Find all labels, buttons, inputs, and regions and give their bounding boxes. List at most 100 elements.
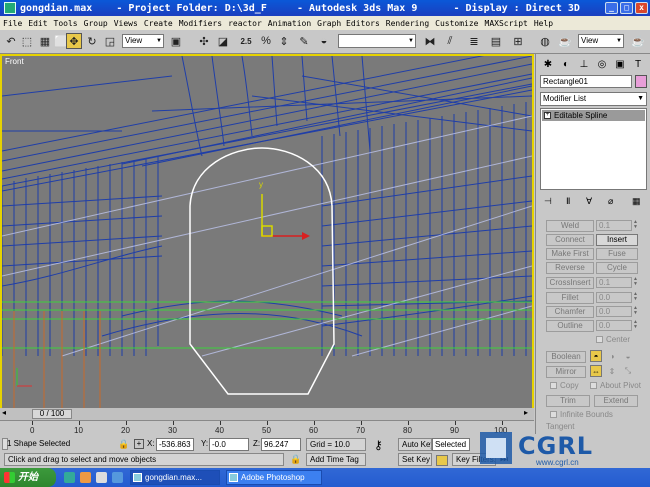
mirror-vertical-icon[interactable]: ⇕ — [606, 365, 618, 377]
menu-tools[interactable]: Tools — [54, 19, 78, 28]
render-type-dropdown[interactable]: View ▼ — [578, 34, 624, 48]
align-icon[interactable]: ⫽ — [442, 33, 458, 49]
union-icon[interactable]: ◓ — [590, 350, 602, 362]
crossinsert-button[interactable]: CrossInsert — [546, 277, 594, 289]
outline-field[interactable]: 0.0 — [596, 320, 632, 331]
weld-spinner-icon[interactable]: ▲ ▼ — [633, 220, 639, 231]
weld-button[interactable]: Weld — [546, 220, 594, 232]
show-end-result-icon[interactable]: Ⅱ — [566, 196, 570, 207]
expand-icon[interactable]: + — [544, 112, 551, 119]
minimize-button[interactable]: _ — [605, 2, 618, 14]
utilities-tab-icon[interactable]: T — [630, 57, 646, 71]
x-coordinate-field[interactable]: -536.863 — [156, 438, 194, 451]
quicklaunch-desktop-icon[interactable] — [96, 472, 107, 483]
outline-spinner-icon[interactable]: ▲ ▼ — [633, 320, 639, 331]
angle-snap-icon[interactable]: 2.5 — [238, 33, 254, 49]
menu-create[interactable]: Create — [144, 19, 173, 28]
outline-button[interactable]: Outline — [546, 320, 594, 332]
pin-stack-icon[interactable]: ⊣ — [544, 196, 552, 207]
scale-icon[interactable]: ◲ — [102, 33, 118, 49]
chamfer-spinner-icon[interactable]: ▲ ▼ — [633, 306, 639, 317]
y-coordinate-field[interactable]: -0.0 — [209, 438, 249, 451]
task-3dsmax[interactable]: gongdian.max... — [130, 470, 220, 485]
reverse-button[interactable]: Reverse — [546, 262, 594, 274]
named-selection-dropdown[interactable]: ▼ — [338, 34, 416, 48]
select-manipulate-icon[interactable]: ✣ — [196, 33, 212, 49]
menu-customize[interactable]: Customize — [435, 19, 478, 28]
undo-icon[interactable]: ↶ — [3, 33, 19, 49]
add-time-tag-button[interactable]: Add Time Tag — [306, 453, 366, 466]
schematic-view-icon[interactable]: ⊞ — [510, 33, 526, 49]
menu-graph-editors[interactable]: Graph Editors — [317, 19, 380, 28]
render-setup-icon[interactable]: ☕ — [557, 33, 573, 49]
menu-reactor[interactable]: reactor — [228, 19, 262, 28]
intersection-icon[interactable]: ◒ — [622, 350, 634, 362]
trim-button[interactable]: Trim — [546, 395, 590, 407]
configure-sets-icon[interactable]: ▦ — [632, 196, 641, 207]
fillet-field[interactable]: 0.0 — [596, 292, 632, 303]
weld-field[interactable]: 0.1 — [596, 220, 632, 231]
center-checkbox[interactable] — [596, 336, 603, 343]
menu-views[interactable]: Views — [114, 19, 138, 28]
remove-modifier-icon[interactable]: ⌀ — [608, 196, 613, 207]
quicklaunch-media-icon[interactable] — [80, 472, 91, 483]
material-editor-icon[interactable]: ◍ — [537, 33, 553, 49]
move-icon[interactable]: ✥ — [66, 33, 82, 49]
start-button[interactable]: 开始 — [0, 468, 56, 487]
display-tab-icon[interactable]: ▣ — [612, 57, 628, 71]
time-tag-lock-icon[interactable]: 🔒 — [290, 454, 301, 465]
chamfer-field[interactable]: 0.0 — [596, 306, 632, 317]
stack-item-editable-spline[interactable]: + Editable Spline — [542, 110, 645, 121]
crossinsert-spinner-icon[interactable]: ▲ ▼ — [633, 277, 639, 288]
prev-frame-icon[interactable]: ◂ — [2, 408, 6, 417]
pivot-icon[interactable]: ▣ — [168, 33, 184, 49]
extend-button[interactable]: Extend — [594, 395, 638, 407]
quick-render-icon[interactable]: ☕ — [630, 33, 646, 49]
snap-3d-icon[interactable]: ◪ — [215, 33, 231, 49]
motion-tab-icon[interactable]: ◎ — [594, 57, 610, 71]
absolute-mode-icon[interactable]: + — [134, 439, 144, 449]
menu-modifiers[interactable]: Modifiers — [179, 19, 222, 28]
edit-named-selection-icon[interactable]: ✎ — [296, 33, 312, 49]
lock-icon[interactable]: 🔒 — [118, 439, 129, 450]
time-slider-track[interactable]: ◂ 0 / 100 ▸ — [0, 408, 534, 420]
mirror-both-icon[interactable]: ⤡ — [622, 365, 634, 377]
quicklaunch-explorer-icon[interactable] — [112, 472, 123, 483]
auto-key-button[interactable]: Auto Key — [398, 438, 432, 451]
create-tab-icon[interactable]: ✱ — [540, 57, 556, 71]
key-mode-icon[interactable]: ⚷ — [374, 438, 383, 452]
object-name-field[interactable]: Rectangle01 — [540, 75, 632, 88]
infinite-bounds-checkbox[interactable] — [550, 411, 557, 418]
menu-maxscript[interactable]: MAXScript — [485, 19, 528, 28]
set-keys-icon[interactable] — [436, 455, 448, 466]
object-color-swatch[interactable] — [635, 75, 647, 88]
maximize-button[interactable]: □ — [620, 2, 633, 14]
modifier-list-dropdown[interactable]: Modifier List ▼ — [540, 92, 647, 106]
crossinsert-field[interactable]: 0.1 — [596, 277, 632, 288]
connect-button[interactable]: Connect — [546, 234, 594, 246]
cycle-button[interactable]: Cycle — [596, 262, 638, 274]
menu-file[interactable]: File — [3, 19, 22, 28]
time-slider[interactable]: 0 / 100 — [32, 409, 72, 419]
mirror-horizontal-icon[interactable]: ⇔ — [590, 365, 602, 377]
menu-animation[interactable]: Animation — [268, 19, 311, 28]
spinner-snap-icon[interactable]: ⇕ — [276, 33, 292, 49]
make-first-button[interactable]: Make First — [546, 248, 594, 260]
chamfer-button[interactable]: Chamfer — [546, 306, 594, 318]
fillet-spinner-icon[interactable]: ▲ ▼ — [633, 292, 639, 303]
about-pivot-checkbox[interactable] — [590, 382, 597, 389]
key-mode-dropdown[interactable]: Selected — [432, 438, 470, 451]
fuse-button[interactable]: Fuse — [596, 248, 638, 260]
menu-group[interactable]: Group — [84, 19, 108, 28]
modify-tab-icon[interactable]: ◐ — [558, 57, 574, 71]
copy-checkbox[interactable] — [550, 382, 557, 389]
fillet-button[interactable]: Fillet — [546, 292, 594, 304]
subtraction-icon[interactable]: ◑ — [606, 350, 618, 362]
mirror-button[interactable]: Mirror — [546, 366, 586, 378]
menu-rendering[interactable]: Rendering — [386, 19, 429, 28]
percent-snap-icon[interactable]: % — [258, 33, 274, 49]
close-button[interactable]: x — [635, 2, 648, 14]
layer-manager-icon[interactable]: ≣ — [466, 33, 482, 49]
boolean-button[interactable]: Boolean — [546, 351, 586, 363]
named-selection-icon[interactable]: ◒ — [316, 33, 332, 49]
